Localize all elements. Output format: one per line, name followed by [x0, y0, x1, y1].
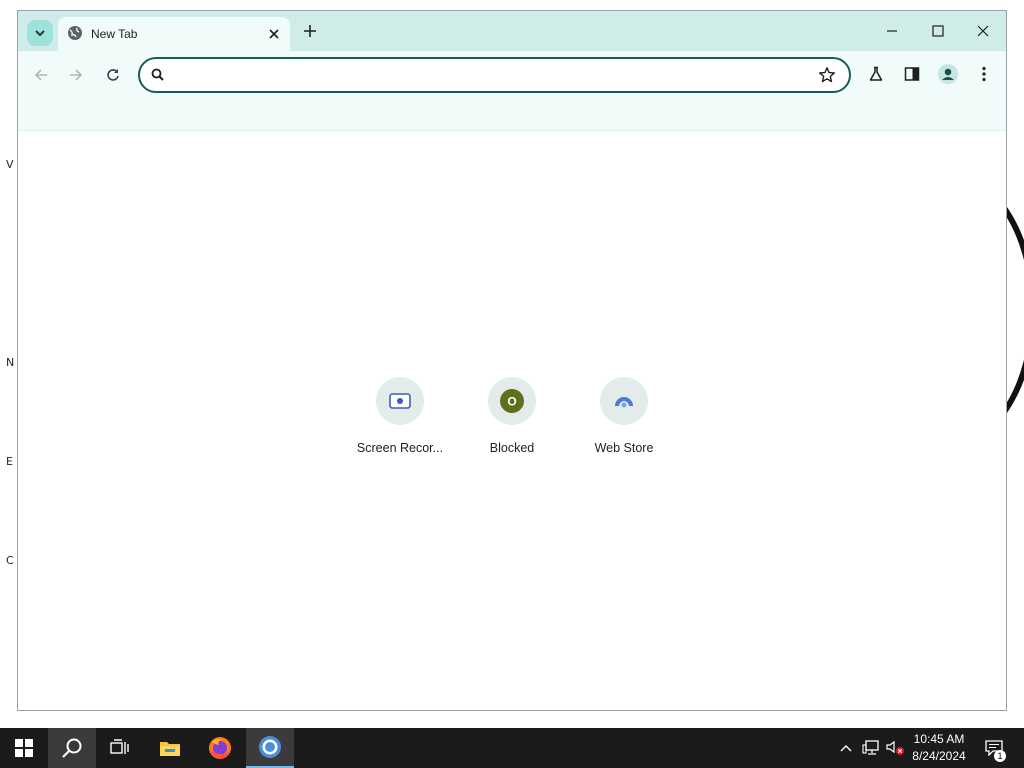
menu-button[interactable] [972, 62, 996, 86]
chevron-up-icon [840, 745, 852, 752]
labs-button[interactable] [864, 62, 888, 86]
screen-recorder-icon [389, 393, 411, 409]
start-icon [15, 739, 33, 757]
arrow-right-icon [70, 69, 83, 81]
minimize-button[interactable] [878, 19, 906, 43]
forward-button[interactable] [63, 62, 89, 88]
browser-toolbar [18, 51, 1006, 131]
address-bar[interactable] [138, 57, 851, 93]
browser-window: New Tab Screen Recor... O Blocked Web St… [17, 10, 1007, 711]
address-input[interactable] [176, 64, 796, 86]
chrome-button[interactable] [246, 728, 294, 768]
shortcut-icon-circle [600, 377, 648, 425]
chrome-icon [259, 736, 281, 758]
shortcut-label: Web Store [594, 441, 654, 455]
volume-muted-icon [886, 740, 904, 755]
task-view-icon [110, 739, 129, 754]
shortcut-label: Screen Recor... [356, 441, 444, 455]
side-panel-icon [904, 67, 920, 81]
profile-button[interactable] [936, 62, 960, 86]
clock-time: 10:45 AM [913, 732, 965, 746]
clock[interactable]: 10:45 AM 8/24/2024 [906, 731, 972, 765]
side-panel-button[interactable] [900, 62, 924, 86]
minimize-icon [887, 30, 897, 32]
firefox-icon [209, 737, 231, 759]
reload-icon [107, 69, 119, 81]
network-button[interactable] [860, 728, 882, 768]
desktop-label: V [6, 158, 14, 171]
shortcut-icon-circle [376, 377, 424, 425]
desktop-icons-left: V N E C [0, 130, 18, 600]
desktop-label: E [6, 455, 13, 468]
avatar-icon [938, 64, 958, 84]
action-center-button[interactable] [980, 728, 1008, 768]
search-icon [151, 68, 164, 81]
taskbar-search-button[interactable] [48, 728, 96, 768]
tab-search-button[interactable] [27, 20, 53, 46]
file-explorer-button[interactable] [146, 728, 194, 768]
arrow-left-icon [34, 69, 47, 81]
taskbar: 10:45 AM 8/24/2024 1 [0, 728, 1024, 768]
more-vertical-icon [982, 66, 986, 82]
close-window-button[interactable] [969, 19, 997, 43]
close-icon [977, 25, 989, 37]
reload-button[interactable] [100, 62, 126, 88]
shortcut-blocked[interactable]: O Blocked [456, 377, 568, 477]
shortcut-icon-circle: O [488, 377, 536, 425]
notification-count-badge: 1 [994, 750, 1006, 762]
desktop-label: C [6, 554, 14, 567]
bookmark-star-icon[interactable] [818, 66, 836, 84]
start-button[interactable] [0, 728, 48, 768]
new-tab-button[interactable] [300, 21, 320, 41]
shortcut-label: Blocked [489, 441, 535, 455]
desktop-wallpaper-shape [1006, 170, 1024, 460]
show-hidden-icons-button[interactable] [836, 728, 856, 768]
close-icon [269, 29, 279, 39]
file-explorer-icon [160, 742, 180, 756]
tab-close-button[interactable] [266, 26, 282, 42]
back-button[interactable] [28, 62, 54, 88]
task-view-button[interactable] [96, 728, 144, 768]
network-icon [862, 740, 879, 755]
shortcut-web-store[interactable]: Web Store [568, 377, 680, 477]
tab-new-tab[interactable]: New Tab [58, 17, 290, 51]
volume-button[interactable] [884, 728, 906, 768]
firefox-button[interactable] [196, 728, 244, 768]
desktop-label: N [6, 356, 15, 369]
tab-title: New Tab [91, 27, 138, 41]
globe-icon [68, 26, 82, 40]
search-icon [62, 738, 82, 758]
web-store-icon [615, 397, 633, 408]
flask-icon [869, 66, 883, 81]
tab-strip: New Tab [18, 11, 1006, 51]
maximize-button[interactable] [924, 19, 952, 43]
clock-date: 8/24/2024 [912, 749, 966, 763]
new-tab-page: Screen Recor... O Blocked Web Store [18, 132, 1006, 710]
maximize-icon [932, 25, 944, 37]
chevron-down-icon [35, 30, 45, 37]
blocked-site-icon: O [500, 389, 524, 413]
svg-text:O: O [507, 395, 516, 409]
plus-icon [304, 25, 316, 37]
shortcut-screen-recorder[interactable]: Screen Recor... [344, 377, 456, 477]
